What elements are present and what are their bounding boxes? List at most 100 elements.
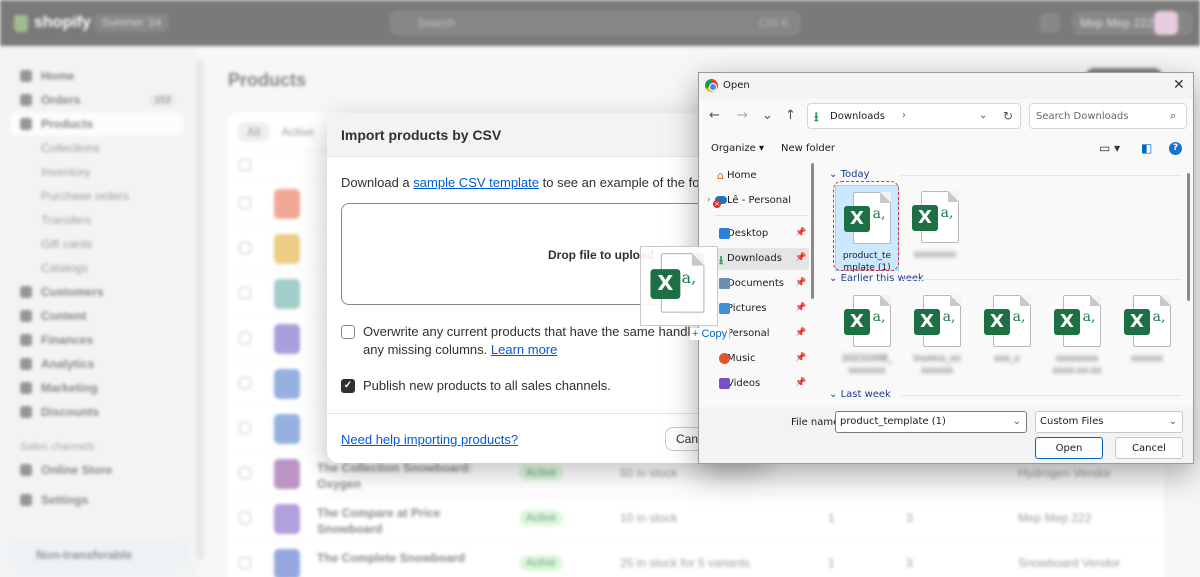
excel-file-icon: a, X <box>909 191 961 247</box>
nav-item-label: Documents <box>727 278 785 289</box>
recent-locations-chevron-icon[interactable]: ⌄ <box>762 108 773 123</box>
help-importing-link[interactable]: Need help importing products? <box>341 432 518 447</box>
file-open-dialog: Open ✕ ← → ⌄ ↑ ⭳ Downloads › ⌄ ↻ Search … <box>698 72 1194 464</box>
excel-file-icon: a, X <box>647 253 707 317</box>
nav-item-onedrive-personal[interactable]: › × Lê - Personal <box>705 190 809 212</box>
publish-option[interactable]: ✓ Publish new products to all sales chan… <box>341 377 611 395</box>
help-icon[interactable]: ? <box>1169 142 1182 155</box>
group-label: Today <box>840 169 870 180</box>
nav-item-documents[interactable]: Documents 📌 <box>705 273 809 295</box>
address-folder[interactable]: Downloads <box>830 111 885 122</box>
cancel-button[interactable]: Cancel <box>1115 437 1183 459</box>
pin-icon: 📌 <box>795 278 807 288</box>
nav-item-label: Personal <box>727 328 770 339</box>
sync-error-icon: × <box>713 200 721 208</box>
expand-chevron-icon[interactable]: › <box>707 195 711 205</box>
excel-file-icon: a, X <box>911 295 963 351</box>
learn-more-link[interactable]: Learn more <box>491 342 557 357</box>
address-dropdown-icon[interactable]: ⌄ <box>979 110 987 121</box>
nav-item-label: Home <box>727 170 757 181</box>
documents-icon <box>719 278 730 289</box>
refresh-icon[interactable]: ↻ <box>1003 109 1013 123</box>
file-item[interactable]: a, X invoice_xx xxxxxx <box>905 289 969 376</box>
nav-item-label: Pictures <box>727 303 767 314</box>
pin-icon: 📌 <box>795 303 807 313</box>
modal-description-prefix: Download a <box>341 175 414 190</box>
nav-item-desktop[interactable]: Desktop 📌 <box>705 223 809 245</box>
pin-icon: 📌 <box>795 328 807 338</box>
overwrite-checkbox[interactable] <box>341 325 355 339</box>
up-arrow-icon[interactable]: ↑ <box>785 108 796 123</box>
dropzone-label: Drop file to upload <box>548 248 654 262</box>
file-list-scrollbar[interactable] <box>1187 173 1190 301</box>
navigation-pane: ⌂ Home › × Lê - Personal Desktop 📌 ⭳ Download… <box>705 163 817 403</box>
chevron-down-icon[interactable]: ⌄ <box>1013 416 1021 427</box>
dialog-navbar: ← → ⌄ ↑ ⭳ Downloads › ⌄ ↻ Search Downloa… <box>699 101 1193 133</box>
copy-drop-hint: + Copy <box>690 328 730 340</box>
chevron-down-icon: ⌄ <box>1168 416 1177 427</box>
publish-checkbox[interactable]: ✓ <box>341 379 355 393</box>
organize-menu[interactable]: Organize ▾ <box>711 143 764 154</box>
nav-divider <box>715 215 807 216</box>
file-item[interactable]: a, X xxxxxxxx xxxx-xx-xx <box>1045 289 1109 376</box>
excel-file-icon: a, X <box>841 295 893 351</box>
nav-item-pictures[interactable]: Pictures 📌 <box>705 298 809 320</box>
dialog-title: Open <box>723 80 750 91</box>
file-name: 20231008_ xxxxxxx <box>841 354 893 376</box>
open-button[interactable]: Open <box>1035 437 1103 459</box>
nav-pane-scrollbar[interactable] <box>811 163 814 299</box>
file-type-select[interactable]: Custom Files ⌄ <box>1035 411 1183 433</box>
file-name: invoice_xx xxxxxx <box>913 354 961 376</box>
new-folder-button[interactable]: New folder <box>781 143 835 154</box>
pin-icon: 📌 <box>795 253 807 263</box>
file-name-input[interactable]: product_template (1) ⌄ <box>835 411 1027 433</box>
back-arrow-icon[interactable]: ← <box>709 108 720 123</box>
dialog-titlebar[interactable]: Open ✕ <box>699 73 1193 99</box>
desktop-icon <box>719 228 730 239</box>
excel-file-icon: a, X <box>1051 295 1103 351</box>
modal-description: Download a sample CSV template to see an… <box>341 175 753 190</box>
group-header-last-week[interactable]: ⌄ Last week <box>829 389 1181 400</box>
downloads-arrow-icon: ⭳ <box>814 110 819 125</box>
downloads-icon: ⭳ <box>719 253 724 267</box>
view-options-icon[interactable]: ▭ ▾ <box>1099 141 1120 155</box>
file-name: xxxxxxxx <box>913 250 957 260</box>
overwrite-text: Overwrite any current products that have… <box>363 323 720 359</box>
excel-file-icon: a, X <box>1121 295 1173 351</box>
file-item[interactable]: a, X xxx_x <box>975 289 1039 375</box>
overwrite-text-line-1: Overwrite any current products that have… <box>363 324 720 339</box>
forward-arrow-icon[interactable]: → <box>737 108 748 123</box>
pin-icon: 📌 <box>795 353 807 363</box>
breadcrumb-chevron-icon[interactable]: › <box>902 110 906 121</box>
file-name: xxxxxxxx xxxx-xx-xx <box>1052 354 1102 376</box>
search-placeholder: Search Downloads <box>1036 111 1129 122</box>
file-name: xxx_x <box>994 354 1020 364</box>
close-icon[interactable]: ✕ <box>1173 77 1185 93</box>
file-item[interactable]: a, X 20231008_ xxxxxxx <box>835 289 899 376</box>
dragged-file-preview[interactable]: a, X <box>640 246 718 326</box>
pin-icon: 📌 <box>795 378 807 388</box>
nav-item-videos[interactable]: Videos 📌 <box>705 373 809 395</box>
search-downloads-input[interactable]: Search Downloads ⌕ <box>1029 103 1187 129</box>
pin-icon: 📌 <box>795 228 807 238</box>
address-bar[interactable]: ⭳ Downloads › ⌄ ↻ <box>807 103 1021 129</box>
videos-icon <box>719 378 730 389</box>
search-icon: ⌕ <box>1170 109 1177 122</box>
overwrite-text-line-2: any missing columns. <box>363 342 491 357</box>
overwrite-option[interactable]: Overwrite any current products that have… <box>341 323 720 359</box>
file-type-value: Custom Files <box>1040 416 1104 427</box>
sample-csv-template-link[interactable]: sample CSV template <box>413 175 539 190</box>
nav-item-home[interactable]: ⌂ Home <box>705 165 809 187</box>
nav-item-label: Desktop <box>727 228 769 239</box>
file-item[interactable]: a, X xxxxxxxx <box>903 185 967 271</box>
file-name: xxxxxx <box>1131 354 1163 364</box>
nav-item-music[interactable]: Music 📌 <box>705 348 809 370</box>
group-header-earlier-this-week[interactable]: ⌄ Earlier this week <box>829 273 1181 284</box>
excel-file-icon: a, X <box>981 295 1033 351</box>
nav-item-label: Videos <box>727 378 761 389</box>
preview-pane-icon[interactable]: ◧ <box>1141 141 1152 155</box>
dialog-bottom-bar: File name: product_template (1) ⌄ Custom… <box>699 407 1193 463</box>
nav-item-downloads[interactable]: ⭳ Downloads 📌 <box>705 248 809 270</box>
group-header-today[interactable]: ⌄ Today <box>829 169 1186 180</box>
file-item[interactable]: a, X xxxxxx <box>1115 289 1179 375</box>
